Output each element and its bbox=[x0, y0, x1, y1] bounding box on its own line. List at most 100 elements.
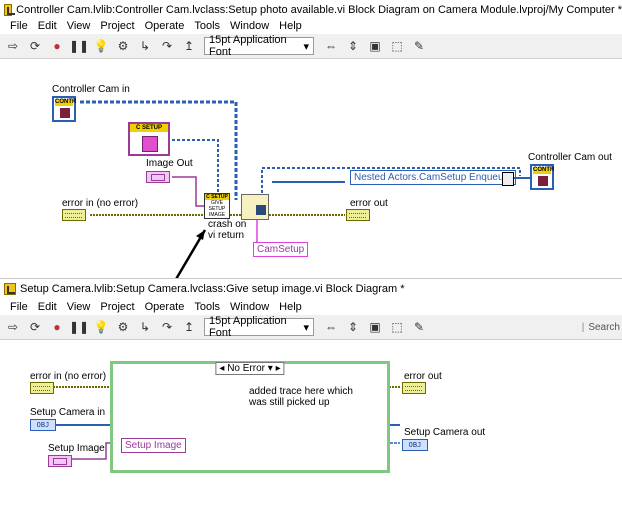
menu-help[interactable]: Help bbox=[279, 301, 302, 313]
menu-operate[interactable]: Operate bbox=[145, 301, 185, 313]
contr-tag: CONTR bbox=[55, 99, 77, 106]
window-setup-camera: Setup Camera.lvlib:Setup Camera.lvclass:… bbox=[0, 278, 622, 522]
controller-cam-in-terminal[interactable]: CONTR bbox=[52, 96, 76, 122]
search-box[interactable]: | Search bbox=[582, 322, 620, 333]
error-in-terminal[interactable] bbox=[30, 382, 54, 394]
setup-image-unbundle[interactable]: Setup Image bbox=[121, 438, 186, 453]
menu-window[interactable]: Window bbox=[230, 301, 269, 313]
font-selector-value: 15pt Application Font bbox=[209, 34, 287, 58]
case-decrement-icon[interactable]: ◂ bbox=[219, 363, 224, 374]
image-out-label: Image Out bbox=[146, 158, 193, 169]
bundle-node[interactable] bbox=[502, 172, 514, 186]
setup-camera-in-terminal[interactable]: OBJ bbox=[30, 419, 56, 431]
class-cube-icon bbox=[538, 176, 548, 186]
font-selector[interactable]: 15pt Application Font ▾ bbox=[204, 315, 314, 339]
resize-objects-icon[interactable]: ▣ bbox=[366, 37, 384, 55]
title-bar[interactable]: Controller Cam.lvlib:Controller Cam.lvcl… bbox=[0, 2, 622, 18]
font-selector[interactable]: 15pt Application Font ▾ bbox=[204, 34, 314, 58]
setup-image-terminal[interactable] bbox=[48, 455, 72, 467]
font-selector-value: 15pt Application Font bbox=[209, 315, 287, 339]
controller-cam-out-terminal[interactable]: CONTR bbox=[530, 164, 554, 190]
menu-window[interactable]: Window bbox=[230, 20, 269, 32]
chevron-down-icon: ▾ bbox=[303, 40, 309, 53]
menu-project[interactable]: Project bbox=[100, 20, 134, 32]
unbundle-node[interactable] bbox=[241, 194, 269, 220]
csetup-tag: C SETUP bbox=[130, 124, 168, 132]
menu-tools[interactable]: Tools bbox=[194, 20, 220, 32]
error-in-terminal[interactable] bbox=[62, 209, 86, 221]
case-dropdown-icon[interactable]: ▾ bbox=[268, 363, 273, 374]
retain-wire-values-icon[interactable]: ⚙ bbox=[114, 318, 132, 336]
give-setup-image-subvi[interactable]: C SETUP GIVE SETUP IMAGE bbox=[204, 193, 230, 219]
case-selector-value: No Error bbox=[227, 363, 265, 374]
pause-icon[interactable]: ❚❚ bbox=[69, 37, 89, 55]
highlight-execution-icon[interactable]: 💡 bbox=[92, 318, 110, 336]
setup-camera-out-label: Setup Camera out bbox=[404, 427, 486, 438]
step-out-icon[interactable]: ↥ bbox=[180, 318, 198, 336]
menu-file[interactable]: File bbox=[10, 301, 28, 313]
menu-edit[interactable]: Edit bbox=[38, 20, 57, 32]
resize-objects-icon[interactable]: ▣ bbox=[366, 318, 384, 336]
step-into-icon[interactable]: ↳ bbox=[136, 318, 154, 336]
case-increment-icon[interactable]: ▸ bbox=[276, 363, 281, 374]
block-diagram-1[interactable]: Controller Cam in CONTR C SETUP Image Ou… bbox=[0, 60, 622, 278]
reorder-icon[interactable]: ⬚ bbox=[388, 37, 406, 55]
menu-operate[interactable]: Operate bbox=[145, 20, 185, 32]
menu-view[interactable]: View bbox=[67, 20, 91, 32]
menu-project[interactable]: Project bbox=[100, 301, 134, 313]
run-arrow-icon[interactable]: ⇨ bbox=[4, 318, 22, 336]
block-diagram-2[interactable]: ◂ No Error ▾ ▸ added trace here which wa… bbox=[0, 341, 622, 522]
contr-tag: CONTR bbox=[533, 167, 555, 174]
menu-bar: File Edit View Project Operate Tools Win… bbox=[0, 18, 622, 34]
step-over-icon[interactable]: ↷ bbox=[158, 318, 176, 336]
step-into-icon[interactable]: ↳ bbox=[136, 37, 154, 55]
menu-edit[interactable]: Edit bbox=[38, 301, 57, 313]
error-out-terminal[interactable] bbox=[402, 382, 426, 394]
menu-help[interactable]: Help bbox=[279, 20, 302, 32]
title-bar[interactable]: Setup Camera.lvlib:Setup Camera.lvclass:… bbox=[0, 281, 622, 297]
labview-app-icon bbox=[4, 283, 16, 295]
image-out-terminal[interactable] bbox=[146, 171, 170, 183]
retain-wire-values-icon[interactable]: ⚙ bbox=[114, 37, 132, 55]
step-over-icon[interactable]: ↷ bbox=[158, 37, 176, 55]
nested-actors-enqueuer-label: Nested Actors.CamSetup Enqueuer bbox=[350, 170, 517, 185]
search-label: Search bbox=[588, 321, 620, 333]
step-out-icon[interactable]: ↥ bbox=[180, 37, 198, 55]
menu-bar: File Edit View Project Operate Tools Win… bbox=[0, 299, 622, 315]
distribute-objects-icon[interactable]: ⇕ bbox=[344, 318, 362, 336]
abort-icon[interactable]: ● bbox=[48, 37, 66, 55]
highlight-execution-icon[interactable]: 💡 bbox=[92, 37, 110, 55]
give-setup-image-text: GIVE SETUP IMAGE bbox=[208, 200, 226, 218]
run-continuously-icon[interactable]: ⟳ bbox=[26, 37, 44, 55]
controller-cam-out-label: Controller Cam out bbox=[528, 152, 612, 163]
class-cube-icon bbox=[60, 108, 70, 118]
toolbar: ⇨ ⟳ ● ❚❚ 💡 ⚙ ↳ ↷ ↥ 15pt Application Font… bbox=[0, 315, 622, 340]
case-structure[interactable]: ◂ No Error ▾ ▸ added trace here which wa… bbox=[110, 361, 390, 473]
setup-camera-in-label: Setup Camera in bbox=[30, 407, 106, 418]
labview-app-icon bbox=[4, 4, 16, 16]
run-arrow-icon[interactable]: ⇨ bbox=[4, 37, 22, 55]
cleanup-diagram-icon[interactable]: ✎ bbox=[410, 37, 428, 55]
run-continuously-icon[interactable]: ⟳ bbox=[26, 318, 44, 336]
reorder-icon[interactable]: ⬚ bbox=[388, 318, 406, 336]
align-objects-icon[interactable]: ⇔ bbox=[322, 318, 340, 336]
setup-image-label: Setup Image bbox=[48, 443, 105, 454]
unbundle-icon bbox=[256, 205, 266, 215]
menu-view[interactable]: View bbox=[67, 301, 91, 313]
error-in-label: error in (no error) bbox=[30, 371, 107, 382]
abort-icon[interactable]: ● bbox=[48, 318, 66, 336]
pause-icon[interactable]: ❚❚ bbox=[69, 318, 89, 336]
distribute-objects-icon[interactable]: ⇕ bbox=[344, 37, 362, 55]
cleanup-diagram-icon[interactable]: ✎ bbox=[410, 318, 428, 336]
menu-file[interactable]: File bbox=[10, 20, 28, 32]
error-out-label: error out bbox=[404, 371, 442, 382]
error-out-terminal[interactable] bbox=[346, 209, 370, 221]
case-selector[interactable]: ◂ No Error ▾ ▸ bbox=[215, 362, 285, 375]
setup-camera-out-terminal[interactable]: OBJ bbox=[402, 439, 428, 451]
class-cube-icon bbox=[142, 136, 158, 152]
csetup-constant[interactable]: C SETUP bbox=[128, 122, 170, 156]
toolbar: ⇨ ⟳ ● ❚❚ 💡 ⚙ ↳ ↷ ↥ 15pt Application Font… bbox=[0, 34, 622, 59]
align-objects-icon[interactable]: ⇔ bbox=[322, 37, 340, 55]
controller-cam-in-label: Controller Cam in bbox=[52, 84, 130, 95]
menu-tools[interactable]: Tools bbox=[194, 301, 220, 313]
